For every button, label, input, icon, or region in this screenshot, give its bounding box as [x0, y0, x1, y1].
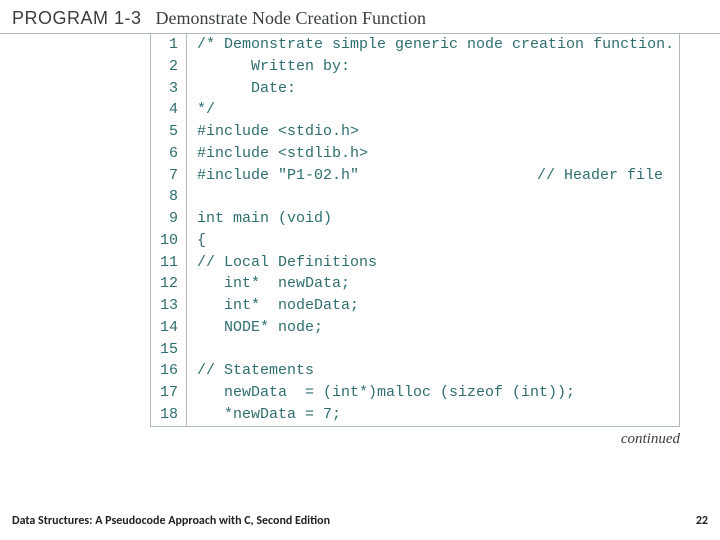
- code-row: 15: [151, 339, 679, 361]
- line-number: 3: [151, 78, 187, 100]
- code-row: 11// Local Definitions: [151, 252, 679, 274]
- code-text: int* newData;: [187, 273, 679, 295]
- code-text: #include "P1-02.h": [187, 165, 537, 187]
- code-text: Date:: [187, 78, 679, 100]
- code-row: 1/* Demonstrate simple generic node crea…: [151, 34, 679, 56]
- program-header: PROGRAM 1-3 Demonstrate Node Creation Fu…: [0, 0, 720, 34]
- code-row: 18 *newData = 7;: [151, 404, 679, 426]
- code-row: 14 NODE* node;: [151, 317, 679, 339]
- line-number: 1: [151, 34, 187, 56]
- code-row: 17 newData = (int*)malloc (sizeof (int))…: [151, 382, 679, 404]
- line-number: 17: [151, 382, 187, 404]
- code-text: int* nodeData;: [187, 295, 679, 317]
- code-text: // Local Definitions: [187, 252, 679, 274]
- code-text: /* Demonstrate simple generic node creat…: [187, 34, 679, 56]
- footer-book-title: Data Structures: A Pseudocode Approach w…: [12, 514, 330, 528]
- line-number: 10: [151, 230, 187, 252]
- code-row: 10{: [151, 230, 679, 252]
- line-number: 2: [151, 56, 187, 78]
- line-number: 9: [151, 208, 187, 230]
- code-row: 8: [151, 186, 679, 208]
- code-text: #include <stdio.h>: [187, 121, 679, 143]
- code-text: */: [187, 99, 679, 121]
- program-label: PROGRAM 1-3: [12, 8, 142, 28]
- code-right-comment: // Header file: [537, 165, 679, 187]
- code-text: *newData = 7;: [187, 404, 679, 426]
- code-row: 13 int* nodeData;: [151, 295, 679, 317]
- code-text: #include <stdlib.h>: [187, 143, 679, 165]
- line-number: 11: [151, 252, 187, 274]
- program-title: Demonstrate Node Creation Function: [156, 8, 426, 28]
- footer-page-number: 22: [696, 514, 708, 528]
- line-number: 4: [151, 99, 187, 121]
- line-number: 18: [151, 404, 187, 426]
- code-row: 6#include <stdlib.h>: [151, 143, 679, 165]
- code-row: 12 int* newData;: [151, 273, 679, 295]
- line-number: 8: [151, 186, 187, 208]
- code-row: 5#include <stdio.h>: [151, 121, 679, 143]
- page-footer: Data Structures: A Pseudocode Approach w…: [12, 514, 708, 528]
- code-text: // Statements: [187, 360, 679, 382]
- code-row: 3 Date:: [151, 78, 679, 100]
- code-row: 4*/: [151, 99, 679, 121]
- line-number: 16: [151, 360, 187, 382]
- line-number: 15: [151, 339, 187, 361]
- code-row: 16// Statements: [151, 360, 679, 382]
- line-number: 13: [151, 295, 187, 317]
- code-text: Written by:: [187, 56, 679, 78]
- line-number: 5: [151, 121, 187, 143]
- code-row: 7#include "P1-02.h"// Header file: [151, 165, 679, 187]
- code-text: int main (void): [187, 208, 679, 230]
- code-listing: 1/* Demonstrate simple generic node crea…: [150, 34, 680, 427]
- code-text: NODE* node;: [187, 317, 679, 339]
- continued-label: continued: [0, 427, 720, 448]
- line-number: 6: [151, 143, 187, 165]
- line-number: 7: [151, 165, 187, 187]
- code-text: newData = (int*)malloc (sizeof (int));: [187, 382, 679, 404]
- code-row: 9int main (void): [151, 208, 679, 230]
- code-row: 2 Written by:: [151, 56, 679, 78]
- line-number: 12: [151, 273, 187, 295]
- line-number: 14: [151, 317, 187, 339]
- code-text: {: [187, 230, 679, 252]
